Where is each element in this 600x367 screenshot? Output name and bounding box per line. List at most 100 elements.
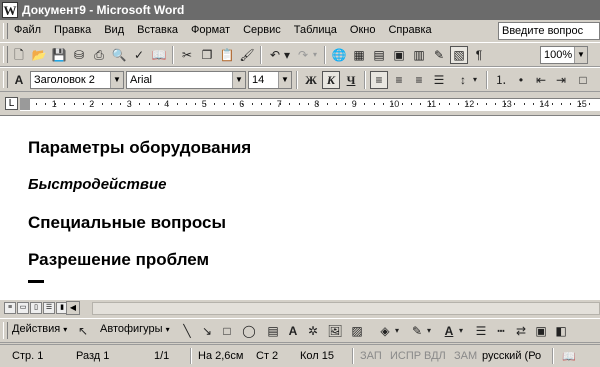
insert-excel-icon[interactable]: ▣ <box>390 46 408 64</box>
drawing-icon[interactable]: ✎ <box>430 46 448 64</box>
ruler-number: 13 <box>501 99 512 109</box>
hyperlink-icon[interactable]: 🌐 <box>330 46 348 64</box>
menu-item[interactable]: Файл <box>14 24 41 36</box>
align-right-icon[interactable]: ≡ <box>410 71 428 89</box>
actions-menu-button[interactable]: Действия ▾ <box>12 323 67 335</box>
style-select[interactable]: Заголовок 2 ▼ <box>30 71 124 89</box>
status-trk[interactable]: ИСПР <box>390 350 421 362</box>
open-folder-icon[interactable]: 📂 <box>30 46 48 64</box>
new-document-icon[interactable]: 🗋 <box>10 46 28 64</box>
diagram-icon[interactable]: ✲ <box>304 322 322 340</box>
menu-item[interactable]: Справка <box>388 24 431 36</box>
arrow-style-icon[interactable]: ⇄ <box>512 322 530 340</box>
paste-icon[interactable]: 📋 <box>218 46 236 64</box>
ruler-tick <box>139 103 140 105</box>
justify-icon[interactable]: ☰ <box>430 71 448 89</box>
fill-color-dropdown-icon[interactable]: ▾ <box>392 322 402 340</box>
select-objects-icon[interactable]: ↖ <box>74 322 92 340</box>
menu-item[interactable]: Окно <box>350 24 376 36</box>
line-spacing-dropdown-icon[interactable]: ▾ <box>470 71 480 89</box>
autoshapes-menu-button[interactable]: Автофигуры ▾ <box>100 323 170 335</box>
print-preview-icon[interactable]: 🔍 <box>110 46 128 64</box>
font-size-select[interactable]: 14 ▼ <box>248 71 292 89</box>
styles-formatting-icon[interactable]: A <box>10 71 28 89</box>
menu-item[interactable]: Формат <box>191 24 230 36</box>
status-ovr[interactable]: ЗАМ <box>454 350 477 362</box>
numbering-icon[interactable]: ⒈ <box>492 71 510 89</box>
document-map-icon[interactable]: ▧ <box>450 46 468 64</box>
style-value: Заголовок 2 <box>34 74 95 86</box>
web-layout-icon[interactable]: ▭ <box>17 302 29 314</box>
zoom-select[interactable]: 100% ▼ <box>540 46 588 64</box>
insert-table-icon[interactable]: ▤ <box>370 46 388 64</box>
chevron-down-icon[interactable]: ▼ <box>232 72 245 88</box>
align-center-icon[interactable]: ≡ <box>390 71 408 89</box>
menu-item[interactable]: Таблица <box>294 24 337 36</box>
document-area[interactable]: Параметры оборудования Быстродействие Сп… <box>0 116 600 300</box>
menu-item[interactable]: Сервис <box>243 24 281 36</box>
scroll-left-icon[interactable]: ◀ <box>66 301 80 315</box>
normal-view-icon[interactable]: ≡ <box>4 302 16 314</box>
chevron-down-icon[interactable]: ▼ <box>110 72 123 88</box>
spelling-status-icon[interactable]: 📖 <box>562 350 576 363</box>
underline-button[interactable]: Ч <box>342 71 360 89</box>
dash-style-icon[interactable]: ┅ <box>492 322 510 340</box>
ruler-tick <box>477 103 478 105</box>
line-style-icon[interactable]: ☰ <box>472 322 490 340</box>
cut-icon[interactable]: ✂ <box>178 46 196 64</box>
shadow-style-icon[interactable]: ▣ <box>532 322 550 340</box>
font-select[interactable]: Arial ▼ <box>126 71 246 89</box>
bullets-icon[interactable]: • <box>512 71 530 89</box>
word-icon[interactable]: W <box>2 2 18 18</box>
horizontal-ruler[interactable]: L 123456789101112131415 <box>0 92 600 116</box>
toolbar-grip[interactable] <box>3 46 8 63</box>
menu-item[interactable]: Вставка <box>137 24 178 36</box>
arrow-icon[interactable]: ↘ <box>198 322 216 340</box>
line-icon[interactable]: ╲ <box>178 322 196 340</box>
bold-button[interactable]: Ж <box>302 71 320 89</box>
status-separator <box>190 348 192 364</box>
menu-item[interactable]: Вид <box>104 24 124 36</box>
decrease-indent-icon[interactable]: ⇤ <box>532 71 550 89</box>
outside-border-icon[interactable]: □ <box>574 71 592 89</box>
italic-button[interactable]: К <box>322 71 340 89</box>
print-layout-icon[interactable]: ▯ <box>30 302 42 314</box>
redo-dropdown-icon[interactable]: ▾ <box>310 46 320 64</box>
outline-view-icon[interactable]: ☰ <box>43 302 55 314</box>
toolbar-grip[interactable] <box>3 71 8 88</box>
insert-picture-icon[interactable]: ▨ <box>348 322 366 340</box>
save-icon[interactable]: 💾 <box>50 46 68 64</box>
text-box-icon[interactable]: ▤ <box>264 322 282 340</box>
columns-icon[interactable]: ▥ <box>410 46 428 64</box>
menu-item[interactable]: Правка <box>54 24 91 36</box>
line-color-dropdown-icon[interactable]: ▾ <box>424 322 434 340</box>
status-ext[interactable]: ВДЛ <box>424 350 446 362</box>
increase-indent-icon[interactable]: ⇥ <box>552 71 570 89</box>
spelling-icon[interactable]: ✓ <box>130 46 148 64</box>
toolbar-grip[interactable] <box>3 322 8 339</box>
permission-icon[interactable]: ⛁ <box>70 46 88 64</box>
scroll-track[interactable] <box>92 302 600 315</box>
tables-borders-icon[interactable]: ▦ <box>350 46 368 64</box>
format-painter-icon[interactable]: 🖌 <box>238 46 256 64</box>
status-rec[interactable]: ЗАП <box>360 350 382 362</box>
show-hide-icon[interactable]: ¶ <box>470 46 488 64</box>
clip-art-icon[interactable]: 🖼 <box>326 322 344 340</box>
oval-icon[interactable]: ◯ <box>240 322 258 340</box>
left-margin-marker[interactable] <box>20 98 30 110</box>
chevron-down-icon[interactable]: ▼ <box>574 47 587 63</box>
research-icon[interactable]: 📖 <box>150 46 168 64</box>
heading-line: Параметры оборудования <box>28 138 252 157</box>
3d-style-icon[interactable]: ◧ <box>552 322 570 340</box>
print-icon[interactable]: ⎙ <box>90 46 108 64</box>
menu-grip[interactable] <box>3 23 8 39</box>
tab-selector[interactable]: L <box>5 97 18 110</box>
font-color-dropdown-icon[interactable]: ▾ <box>456 322 466 340</box>
wordart-icon[interactable]: A <box>284 322 302 340</box>
undo-dropdown-icon[interactable]: ▾ <box>282 46 292 64</box>
chevron-down-icon[interactable]: ▼ <box>278 72 291 88</box>
copy-icon[interactable]: ❐ <box>198 46 216 64</box>
rectangle-icon[interactable]: □ <box>218 322 236 340</box>
align-left-icon[interactable]: ≡ <box>370 71 388 89</box>
help-question-box[interactable]: Введите вопрос <box>498 22 600 40</box>
